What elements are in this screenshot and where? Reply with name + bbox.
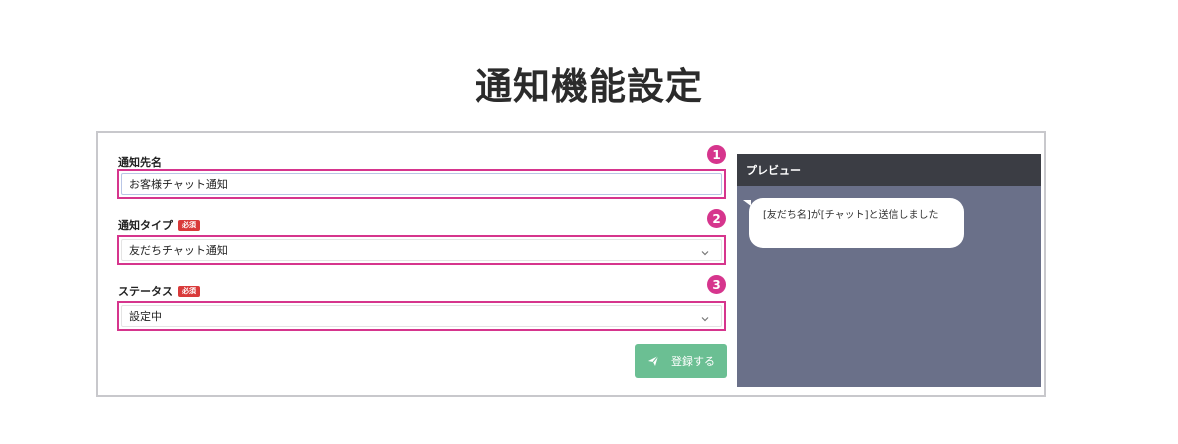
preview-panel: プレビュー [友だち名]が[チャット]と送信しました <box>737 154 1041 387</box>
screenshot-frame: 通知先名 1 お客様チャット通知 通知タイプ 必須 2 友だちチャット通知 ステ… <box>96 131 1046 397</box>
chevron-down-icon <box>701 317 709 322</box>
status-label: ステータス 必須 <box>118 283 200 299</box>
step-marker-3: 3 <box>707 275 726 294</box>
preview-message-bubble: [友だち名]が[チャット]と送信しました <box>749 198 964 248</box>
status-highlight: 設定中 <box>117 301 726 331</box>
notify-type-value: 友だちチャット通知 <box>129 244 228 257</box>
notify-type-label: 通知タイプ 必須 <box>118 217 200 233</box>
page-title: 通知機能設定 <box>475 65 703 108</box>
notify-type-label-text: 通知タイプ <box>118 219 173 232</box>
step-marker-2: 2 <box>707 209 726 228</box>
notify-type-select[interactable]: 友だちチャット通知 <box>121 239 722 261</box>
notify-name-label: 通知先名 <box>118 154 162 170</box>
chevron-down-icon <box>701 251 709 256</box>
status-value: 設定中 <box>129 310 162 323</box>
preview-message-text: [友だち名]が[チャット]と送信しました <box>763 210 939 221</box>
notify-name-highlight: お客様チャット通知 <box>117 169 726 199</box>
notify-type-highlight: 友だちチャット通知 <box>117 235 726 265</box>
notify-name-label-text: 通知先名 <box>118 156 162 169</box>
status-select[interactable]: 設定中 <box>121 305 722 327</box>
send-icon <box>648 355 659 366</box>
status-label-text: ステータス <box>118 285 173 298</box>
step-marker-1: 1 <box>707 145 726 164</box>
submit-button[interactable]: 登録する <box>635 344 727 378</box>
required-badge: 必須 <box>178 219 200 231</box>
submit-label: 登録する <box>671 355 715 368</box>
preview-header: プレビュー <box>737 154 1041 186</box>
notify-name-value: お客様チャット通知 <box>129 178 228 191</box>
required-badge: 必須 <box>178 285 200 297</box>
notify-name-input[interactable]: お客様チャット通知 <box>121 173 722 195</box>
